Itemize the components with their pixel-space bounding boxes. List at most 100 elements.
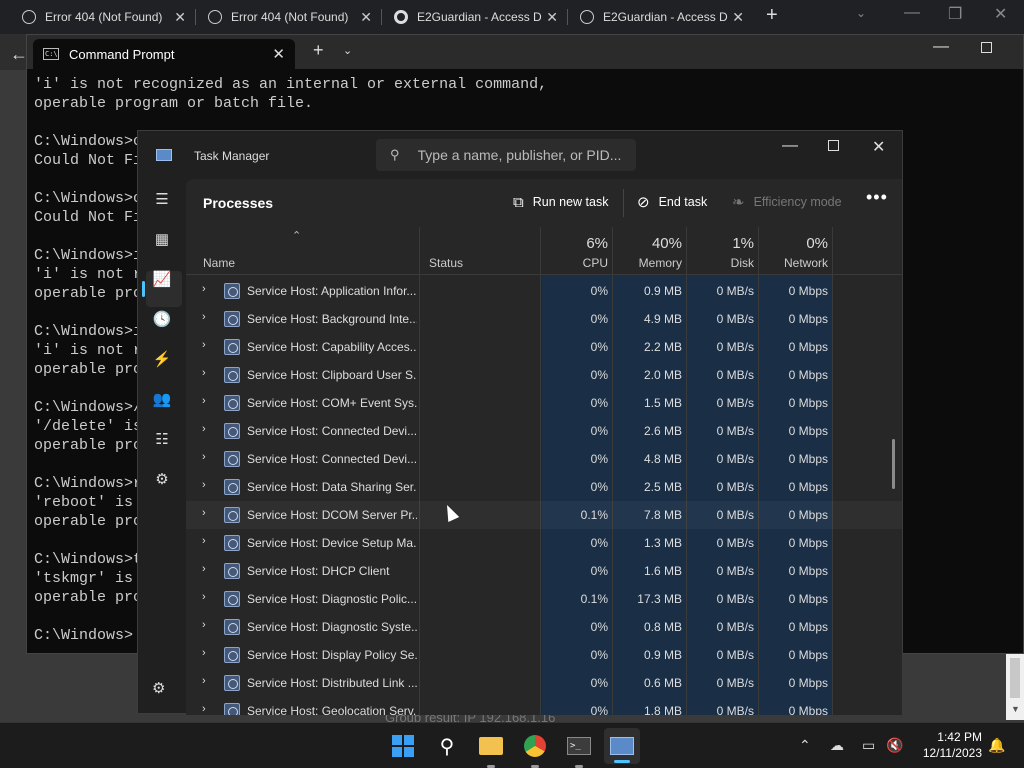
run-new-task-button[interactable]: ⧉ Run new task [513,191,608,213]
expand-chevron-icon[interactable]: › [202,451,206,463]
disk-value: 0 MB/s [716,312,754,326]
maximize-icon[interactable] [981,42,992,53]
browser-tab-4[interactable]: E2Guardian - Access D ✕ [570,0,754,34]
terminal-button[interactable]: >_ [565,732,593,768]
expand-chevron-icon[interactable]: › [202,591,206,603]
column-cpu[interactable]: CPU [566,256,608,270]
cmd-tab[interactable]: C:\ Command Prompt ✕ [33,39,295,69]
expand-chevron-icon[interactable]: › [202,395,206,407]
table-row[interactable]: › Service Host: Diagnostic Polic... 0.1% 17… [186,585,902,613]
expand-chevron-icon[interactable]: › [202,479,206,491]
table-row[interactable]: › Service Host: Diagnostic Syste... 0% 0.8 … [186,613,902,641]
process-search-box[interactable]: ⚲ [376,139,636,171]
memory-value: 1.5 MB [643,396,682,410]
chrome-button[interactable] [521,732,549,768]
table-row[interactable]: › Service Host: Distributed Link ... 0% 0.6… [186,669,902,697]
table-row[interactable]: › Service Host: DCOM Server Pr... 0.1% 7.8 … [186,501,902,529]
expand-chevron-icon[interactable]: › [202,535,206,547]
column-memory[interactable]: Memory [622,256,682,270]
close-icon[interactable]: ✕ [872,137,885,157]
volume-muted-icon[interactable]: 🔇 [886,737,903,754]
table-row[interactable]: › Service Host: DHCP Client 0% 1.6 MB 0 MB/s… [186,557,902,585]
table-row[interactable]: › Service Host: COM+ Event Sys... 0% 1.5 MB… [186,389,902,417]
scroll-down-arrow-icon[interactable]: ▼ [1011,704,1020,714]
task-manager-taskbar-button[interactable] [604,728,640,764]
file-explorer-button[interactable] [477,732,505,768]
process-name: Service Host: Display Policy Se... [247,648,417,662]
page-scrollbar[interactable]: ▼ [1006,654,1024,720]
table-row[interactable]: › Service Host: Connected Devi... 0% 2.6 MB… [186,417,902,445]
minimize-icon[interactable]: — [904,4,920,22]
expand-chevron-icon[interactable]: › [202,563,206,575]
new-terminal-tab-button[interactable]: + [313,40,324,61]
minimize-icon[interactable]: — [782,137,798,155]
cpu-value: 0% [590,536,608,550]
table-row[interactable]: › Service Host: Application Infor... 0% 0.9… [186,277,902,305]
close-icon[interactable]: ✕ [360,9,372,26]
settings-icon[interactable]: ⚙ [152,679,165,697]
users-icon[interactable]: 👥 [152,389,172,409]
memory-value: 0.9 MB [643,284,682,298]
expand-chevron-icon[interactable]: › [202,675,206,687]
close-icon[interactable]: ✕ [174,9,186,26]
new-tab-button[interactable]: + [766,4,778,27]
details-icon[interactable]: ☷ [152,429,172,449]
restore-icon[interactable]: ❐ [948,4,962,24]
column-disk[interactable]: Disk [706,256,754,270]
expand-chevron-icon[interactable]: › [202,423,206,435]
browser-tab-3[interactable]: E2Guardian - Access D ✕ [384,0,568,34]
more-options-icon[interactable]: ••• [866,187,888,208]
startup-apps-icon[interactable]: ⚡ [152,349,172,369]
column-name[interactable]: Name [203,256,235,270]
table-row[interactable]: › Service Host: Connected Devi... 0% 4.8 MB… [186,445,902,473]
column-status[interactable]: Status [429,256,463,270]
process-list-scrollbar[interactable] [892,439,895,489]
maximize-icon[interactable] [828,140,839,151]
expand-chevron-icon[interactable]: › [202,367,206,379]
expand-chevron-icon[interactable]: › [202,507,206,519]
close-icon[interactable]: ✕ [732,9,744,26]
notification-bell-icon[interactable]: 🔔 [988,737,1005,754]
start-button[interactable] [389,732,417,760]
table-row[interactable]: › Service Host: Clipboard User S... 0% 2.0 … [186,361,902,389]
close-icon[interactable]: ✕ [272,45,285,63]
end-task-button[interactable]: ⊘ End task [637,191,707,213]
table-row[interactable]: › Service Host: Background Inte... 0% 4.9 M… [186,305,902,333]
process-name: Service Host: DCOM Server Pr... [247,508,417,522]
performance-icon[interactable]: 📈 [152,269,172,289]
minimize-icon[interactable]: — [933,38,949,56]
network-icon[interactable]: ▭ [862,737,875,754]
expand-chevron-icon[interactable]: › [202,339,206,351]
efficiency-mode-button[interactable]: ❧ Efficiency mode [732,191,842,213]
expand-chevron-icon[interactable]: › [202,619,206,631]
expand-chevron-icon[interactable]: › [202,283,206,295]
chevron-down-icon[interactable]: ⌄ [343,44,352,57]
processes-icon[interactable]: ▦ [152,229,172,249]
services-icon[interactable]: ⚙ [152,469,172,489]
table-row[interactable]: › Service Host: Display Policy Se... 0% 0.9… [186,641,902,669]
hamburger-menu-icon[interactable]: ☰ [152,189,172,209]
system-clock[interactable]: 1:42 PM 12/11/2023 [912,729,982,761]
table-row[interactable]: › Service Host: Device Setup Ma... 0% 1.3 M… [186,529,902,557]
memory-value: 17.3 MB [637,592,682,606]
close-icon[interactable]: ✕ [994,4,1007,24]
table-row[interactable]: › Service Host: Data Sharing Ser... 0% 2.5 … [186,473,902,501]
scrollbar-thumb[interactable] [1010,658,1020,698]
folder-icon [479,737,503,755]
close-icon[interactable]: ✕ [546,9,558,26]
cmd-titlebar[interactable]: C:\ Command Prompt ✕ + ⌄ — [27,35,1023,69]
expand-chevron-icon[interactable]: › [202,703,206,715]
search-input[interactable] [417,147,628,163]
table-row[interactable]: › Service Host: Geolocation Serv... 0% 1.8 … [186,697,902,715]
expand-chevron-icon[interactable]: › [202,647,206,659]
table-row[interactable]: › Service Host: Capability Acces... 0% 2.2 … [186,333,902,361]
chevron-up-icon[interactable]: ⌃ [799,737,811,754]
cloud-offline-icon[interactable]: ☁ [830,737,844,754]
search-button[interactable]: ⚲ [433,732,461,760]
tab-search-chevron-icon[interactable]: ⌄ [856,6,866,20]
expand-chevron-icon[interactable]: › [202,311,206,323]
browser-tab-2[interactable]: Error 404 (Not Found) ✕ [198,0,382,34]
column-network[interactable]: Network [768,256,828,270]
browser-tab-1[interactable]: Error 404 (Not Found) ✕ [12,0,196,34]
app-history-icon[interactable]: 🕓 [152,309,172,329]
